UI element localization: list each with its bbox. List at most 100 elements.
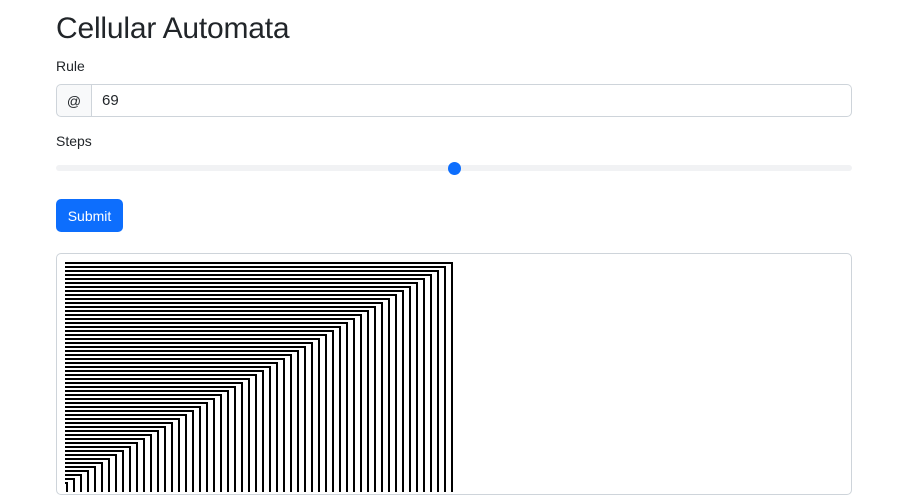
automaton-stripe-v — [360, 314, 362, 492]
automaton-stripe-v — [108, 458, 110, 492]
automaton-stripe-v — [136, 442, 138, 492]
automaton-stripe-v — [325, 334, 327, 492]
automaton-stripe-v — [178, 418, 180, 492]
automaton-stripe-v — [115, 454, 117, 492]
automaton-stripe-v — [444, 266, 446, 492]
automaton-stripe-v — [374, 306, 376, 492]
automaton-stripe-h — [65, 366, 271, 368]
automaton-stripe-h — [65, 442, 138, 444]
automaton-stripe-h — [65, 278, 425, 280]
automaton-stripe-h — [65, 454, 117, 456]
automaton-stripe-h — [65, 266, 446, 268]
automaton-stripe-v — [388, 298, 390, 492]
automaton-stripe-v — [248, 378, 250, 492]
automaton-stripe-h — [65, 350, 299, 352]
automaton-stripe-h — [65, 310, 369, 312]
automaton-stripe-h — [65, 430, 159, 432]
automaton-stripe-v — [304, 346, 306, 492]
automaton-stripe-h — [65, 394, 222, 396]
automaton-stripe-h — [65, 462, 103, 464]
automaton-stripe-v — [339, 326, 341, 492]
automaton-stripe-h — [65, 270, 439, 272]
automaton-stripe-h — [65, 414, 187, 416]
automaton-stripe-h — [65, 370, 264, 372]
automaton-stripe-h — [65, 302, 383, 304]
automaton-stripe-h — [65, 334, 327, 336]
submit-button[interactable]: Submit — [56, 199, 123, 232]
automaton-stripe-v — [290, 354, 292, 492]
automaton-stripe-v — [283, 358, 285, 492]
automaton-stripe-h — [65, 294, 397, 296]
automaton-stripe-v — [276, 362, 278, 492]
automaton-stripe-h — [65, 314, 362, 316]
automaton-stripe-h — [65, 450, 124, 452]
automaton-stripe-h — [65, 434, 152, 436]
automaton-stripe-h — [65, 466, 96, 468]
automaton-stripe-h — [65, 338, 320, 340]
automaton-stripe-h — [65, 326, 341, 328]
automaton-stripe-h — [65, 362, 278, 364]
rule-input[interactable] — [92, 84, 852, 117]
automaton-stripe-h — [65, 374, 257, 376]
automaton-stripe-v — [437, 270, 439, 492]
automaton-stripe-h — [65, 426, 166, 428]
automaton-stripe-v — [87, 470, 89, 492]
automaton-stripe-v — [381, 302, 383, 492]
automaton-stripe-v — [129, 446, 131, 492]
automaton-stripe-h — [65, 470, 89, 472]
automaton-stripe-h — [65, 390, 229, 392]
rule-addon: @ — [56, 84, 92, 117]
automaton-stripe-h — [65, 262, 453, 264]
automaton-stripe-h — [65, 322, 348, 324]
automaton-stripe-v — [367, 310, 369, 492]
output-panel — [56, 253, 852, 495]
automaton-stripe-v — [409, 286, 411, 492]
automaton-stripe-h — [65, 458, 110, 460]
automaton-stripe-h — [65, 402, 208, 404]
automaton-stripe-v — [80, 474, 82, 492]
automaton-stripe-h — [65, 286, 411, 288]
automaton-stripe-v — [451, 262, 453, 492]
automaton-stripe-h — [65, 354, 292, 356]
automaton-stripe-h — [65, 282, 418, 284]
automaton-stripe-h — [65, 318, 355, 320]
automaton-stripe-v — [206, 402, 208, 492]
automaton-stripe-h — [65, 358, 285, 360]
automaton-stripe-v — [66, 482, 68, 492]
automaton-stripe-v — [241, 382, 243, 492]
automaton-stripe-v — [332, 330, 334, 492]
automaton-stripe-v — [262, 370, 264, 492]
automaton-stripe-h — [65, 382, 243, 384]
automaton-stripe-v — [402, 290, 404, 492]
automaton-stripe-h — [65, 422, 173, 424]
steps-slider-thumb[interactable] — [448, 162, 461, 175]
automaton-stripe-h — [65, 346, 306, 348]
steps-slider[interactable] — [56, 160, 852, 178]
automaton-stripe-v — [423, 278, 425, 492]
automaton-stripe-v — [164, 426, 166, 492]
steps-label: Steps — [56, 133, 92, 149]
automaton-stripe-v — [318, 338, 320, 492]
automaton-stripe-v — [346, 322, 348, 492]
automaton-stripe-v — [122, 450, 124, 492]
automaton-stripe-h — [65, 410, 194, 412]
automaton-stripe-h — [65, 306, 376, 308]
automaton-stripe-h — [65, 378, 250, 380]
automaton-stripe-v — [199, 406, 201, 492]
automaton-stripe-h — [65, 438, 145, 440]
automaton-stripe-h — [65, 290, 404, 292]
automaton-stripe-v — [220, 394, 222, 492]
automaton-stripe-h — [65, 474, 82, 476]
automaton-canvas — [65, 262, 455, 492]
automaton-stripe-v — [430, 274, 432, 492]
automaton-stripe-v — [143, 438, 145, 492]
automaton-stripe-v — [297, 350, 299, 492]
automaton-stripe-h — [65, 418, 180, 420]
automaton-stripe-h — [65, 298, 390, 300]
automaton-stripe-v — [73, 478, 75, 492]
automaton-stripe-h — [65, 330, 334, 332]
automaton-stripe-v — [311, 342, 313, 492]
automaton-stripe-v — [395, 294, 397, 492]
automaton-stripe-v — [185, 414, 187, 492]
automaton-stripe-h — [65, 386, 236, 388]
